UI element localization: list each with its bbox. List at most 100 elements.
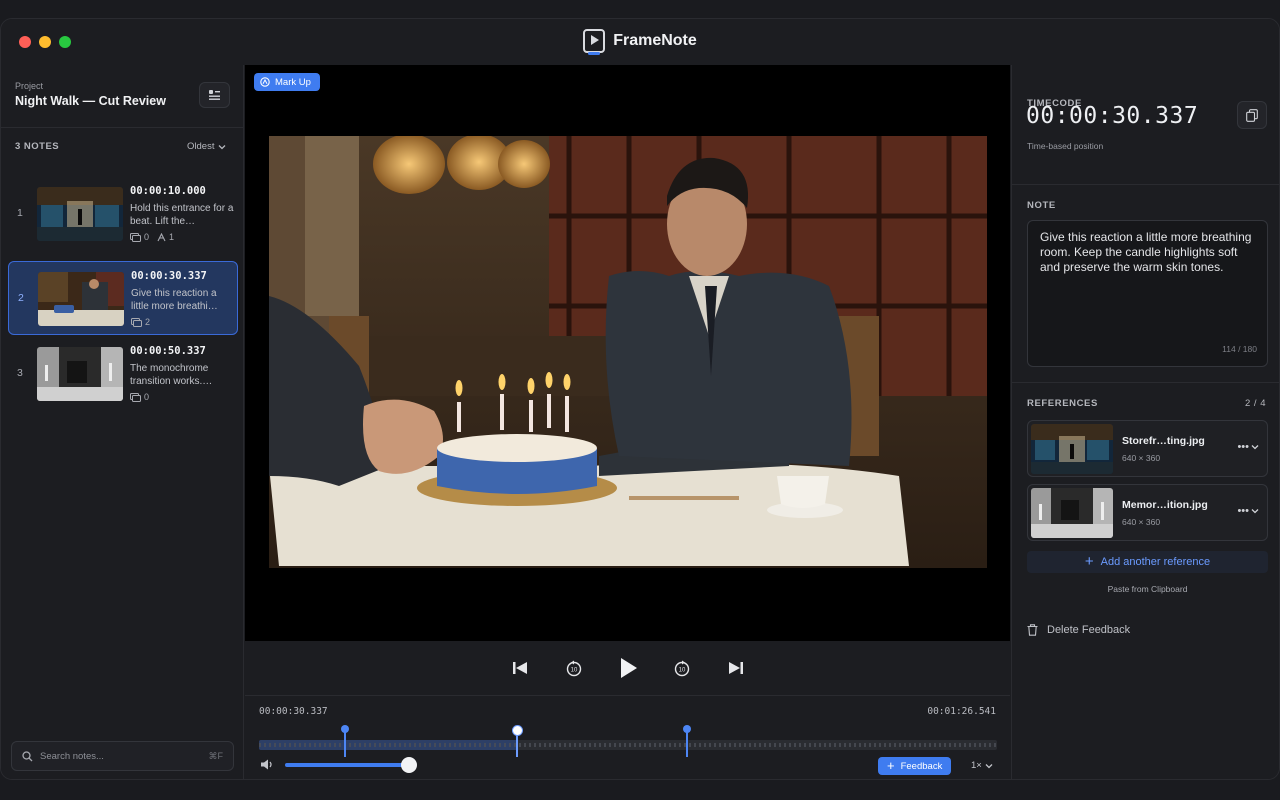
note-thumbnail [37,347,123,401]
reference-thumbnail [1031,424,1113,474]
timecode-subtitle: Time-based position [1027,141,1104,151]
reference-thumbnail [1031,488,1113,538]
forward-10-button[interactable]: 10 [670,656,694,680]
more-icon: ••• [1237,505,1249,517]
note-character-count: 114 / 180 [1222,344,1257,354]
playback-speed: 1× [971,760,982,771]
current-time: 00:00:30.337 [259,706,328,717]
note-marker-1[interactable] [340,725,349,757]
reference-dimensions: 640 × 360 [1122,453,1161,463]
note-thumbnail [37,187,123,241]
comment-icon [131,317,142,327]
reference-menu-button[interactable]: ••• [1237,441,1259,453]
trash-icon [1027,624,1038,636]
add-reference-button[interactable]: + Add another reference [1027,551,1268,573]
attachment-count: 1 [169,232,175,242]
comment-count: 2 [145,317,151,327]
note-excerpt: The monochrome transition works.… [130,363,213,387]
skip-forward-icon [728,662,743,674]
comment-count: 0 [144,392,150,402]
svg-text:10: 10 [678,668,685,674]
add-reference-label: Add another reference [1100,556,1211,568]
note-item-2[interactable]: 2 00:00:30.337 Give this reaction a litt… [8,261,238,335]
playback-controls: 10 10 [245,641,1010,696]
add-feedback-button[interactable]: + Feedback [878,757,952,775]
video-viewer[interactable]: Mark Up [245,65,1010,641]
project-name: Night Walk — Cut Review [15,94,166,108]
reference-item-2[interactable]: Memor…ition.jpg 640 × 360 ••• [1027,484,1268,541]
timeline-scrubber[interactable] [259,740,997,750]
timecode-value: 00:00:30.337 [1026,103,1199,129]
app-window: FrameNote Project Night Walk — Cut Revie… [0,18,1280,780]
reference-item-1[interactable]: Storefr…ting.jpg 640 × 360 ••• [1027,420,1268,477]
search-notes-field[interactable]: Search notes... ⌘F [11,741,234,771]
volume-control [261,756,417,773]
paste-from-clipboard-link[interactable]: Paste from Clipboard [1027,584,1268,594]
search-shortcut: ⌘F [208,750,224,761]
note-thumbnail [38,272,124,326]
notes-sidebar: Project Night Walk — Cut Review 3 NOTES … [1,65,244,779]
note-title: NOTE [1027,200,1056,211]
project-label: Project [15,81,44,91]
references-count: 2 / 4 [1245,398,1266,409]
rewind-10-icon: 10 [566,660,581,677]
chevron-down-icon [1251,509,1259,514]
markup-icon [260,77,270,87]
project-details-button[interactable] [199,82,230,108]
note-timecode: 00:00:10.000 [130,185,206,197]
app-title-text: FrameNote [613,32,697,49]
note-marker-3[interactable] [683,725,692,757]
skip-back-icon [512,662,527,674]
note-marker-2[interactable] [512,725,524,757]
copy-timecode-button[interactable] [1237,101,1267,129]
play-icon [620,658,637,678]
note-timecode: 00:00:50.337 [130,345,206,357]
forward-10-icon: 10 [674,660,689,677]
chevron-down-icon [219,144,226,149]
chevron-down-icon [985,763,993,768]
search-placeholder: Search notes... [40,750,104,762]
note-item-1[interactable]: 1 00:00:10.000 Hold this entrance for a … [8,177,238,251]
note-excerpt: Give this reaction a little more breathi… [131,288,218,312]
list-details-icon [209,90,220,100]
pen-icon [157,232,166,241]
mark-up-button[interactable]: Mark Up [254,73,320,91]
note-textarea[interactable]: Give this reaction a little more breathi… [1027,220,1268,367]
note-index: 3 [17,367,23,379]
app-logo-icon [583,29,606,55]
playback-speed-dropdown[interactable]: 1× [971,760,993,771]
chevron-down-icon [1251,445,1259,450]
skip-forward-button[interactable] [724,656,748,680]
note-text: Give this reaction a little more breathi… [1040,230,1252,274]
volume-slider-handle[interactable] [401,756,417,773]
search-icon [22,750,33,761]
sort-label: Oldest [187,141,215,152]
plus-icon: + [1084,553,1094,570]
copy-icon [1246,108,1258,122]
volume-slider[interactable] [285,756,417,773]
reference-menu-button[interactable]: ••• [1237,505,1259,517]
comment-icon [130,392,141,402]
rewind-10-button[interactable]: 10 [562,656,586,680]
volume-icon [261,759,272,770]
note-index: 1 [17,207,23,219]
note-excerpt: Hold this entrance for a beat. Lift the… [130,203,234,227]
delete-feedback-label: Delete Feedback [1047,624,1131,636]
play-button[interactable] [616,656,640,680]
sort-dropdown[interactable]: Oldest [187,141,226,152]
note-index: 2 [18,292,24,304]
waveform [259,743,997,747]
delete-feedback-button[interactable]: Delete Feedback [1027,624,1130,636]
reference-filename: Storefr…ting.jpg [1122,435,1205,447]
total-duration: 00:01:26.541 [927,706,996,717]
note-item-3[interactable]: 3 00:00:50.337 The monochrome transition… [8,337,238,411]
skip-back-button[interactable] [508,656,532,680]
comment-icon [130,232,141,242]
titlebar: FrameNote [1,19,1279,65]
app-title: FrameNote [1,29,1279,55]
comment-count: 0 [144,232,150,242]
more-icon: ••• [1237,441,1249,453]
timeline-panel: 00:00:30.337 00:01:26.541 + Feedback 1× [245,696,1010,779]
mark-up-label: Mark Up [275,76,311,88]
references-title: REFERENCES [1027,398,1098,409]
